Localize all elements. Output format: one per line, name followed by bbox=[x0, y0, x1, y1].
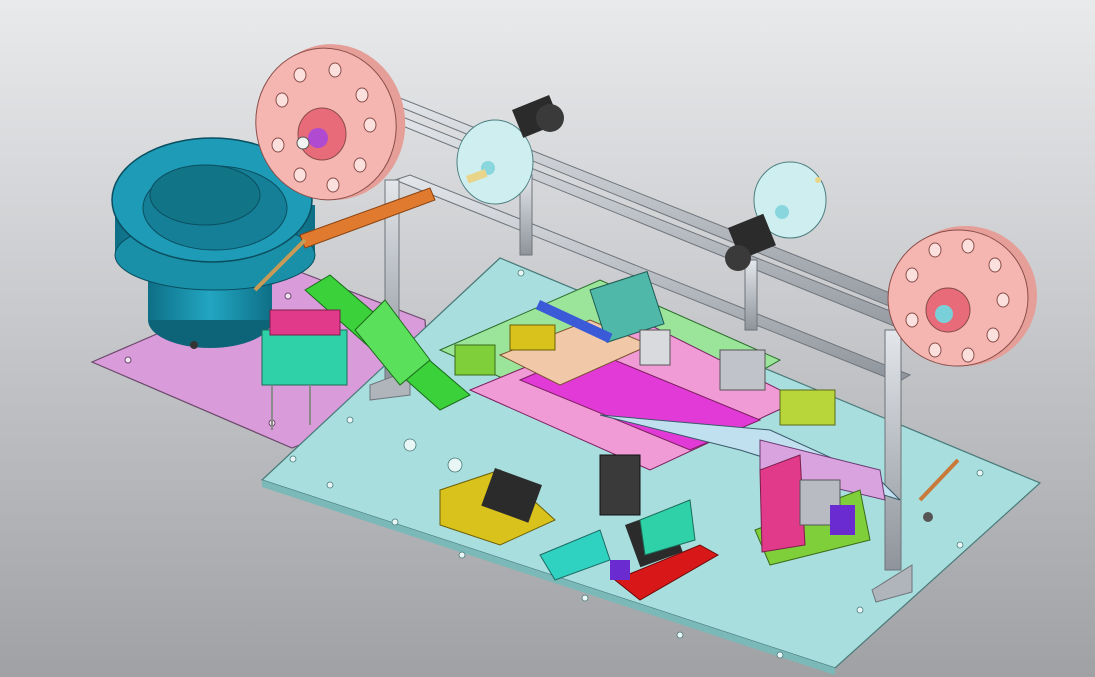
cad-model-render bbox=[90, 44, 1042, 675]
reel-large-right bbox=[887, 225, 1037, 367]
nut-right bbox=[923, 512, 933, 522]
cad-viewport[interactable] bbox=[0, 0, 1095, 677]
